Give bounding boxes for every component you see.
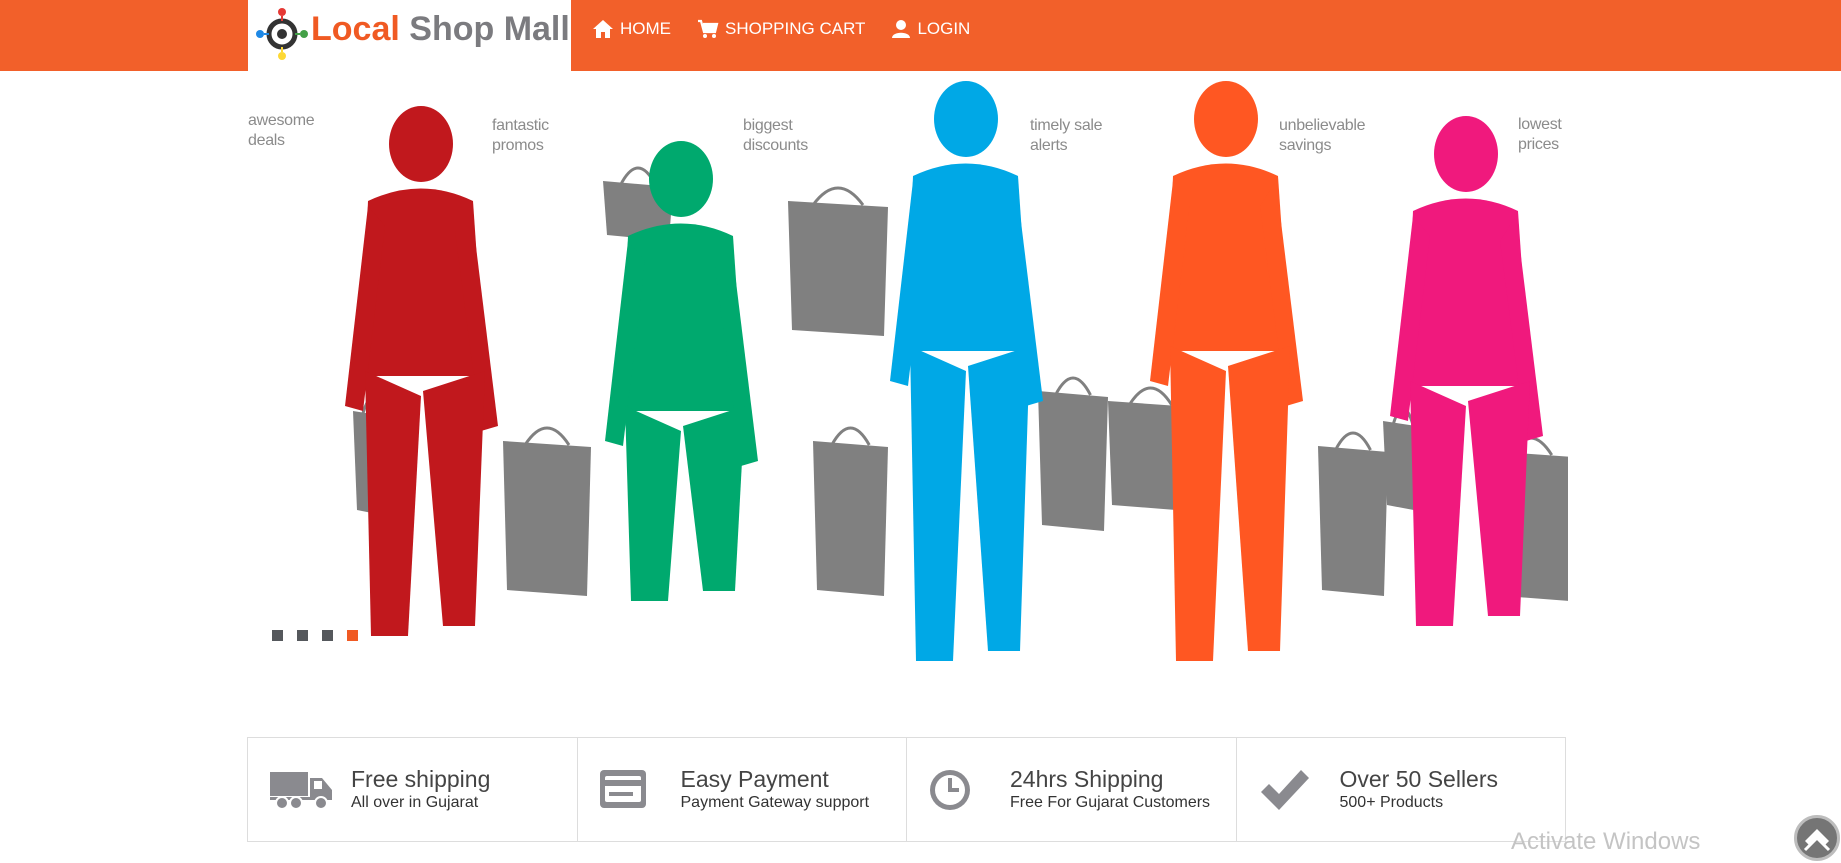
logo-link[interactable]: Local Shop Mall xyxy=(248,0,571,71)
cart-icon xyxy=(698,19,719,38)
shopping-bag xyxy=(1038,376,1108,531)
chevron-up-icon xyxy=(1803,829,1831,852)
slider-dots xyxy=(272,630,372,641)
activate-windows-watermark: Activate Windows xyxy=(1511,828,1701,855)
hero-slider: awesome deals fantastic promos biggest disc… xyxy=(248,71,1568,691)
bag-body xyxy=(1318,446,1388,596)
shopper-head xyxy=(389,106,453,182)
user-icon xyxy=(892,19,911,38)
bag-body xyxy=(788,201,888,336)
shopper-head xyxy=(1194,81,1258,157)
bag-body xyxy=(813,441,888,596)
feature-title: 24hrs Shipping xyxy=(1010,766,1164,792)
shopper-blue xyxy=(890,81,1043,661)
shopper-leg xyxy=(1468,381,1530,616)
bag-handle xyxy=(1334,431,1372,451)
shopper-head xyxy=(934,81,998,157)
shopper-leg xyxy=(910,346,966,661)
feature-subtitle: 500+ Products xyxy=(1339,794,1444,811)
feature-subtitle: Payment Gateway support xyxy=(680,794,870,811)
nav-shopping-cart-label: SHOPPING CART xyxy=(725,18,866,38)
shopper-leg xyxy=(1410,381,1466,626)
shopper-leg xyxy=(1228,346,1290,651)
bag-body xyxy=(503,441,591,596)
shopping-bag xyxy=(503,426,591,596)
tagline-timely-sale-alerts: timely sale alerts xyxy=(1030,117,1103,154)
features-strip: Free shipping All over in Gujarat Easy P… xyxy=(247,737,1566,842)
shopping-bag xyxy=(1318,431,1388,596)
tagline-unbelievable-savings: unbelievable savings xyxy=(1279,117,1366,154)
feature-title: Easy Payment xyxy=(680,766,829,792)
shopper-leg xyxy=(625,406,681,601)
bag-handle xyxy=(1054,376,1092,396)
tagline-biggest-discounts: biggest discounts xyxy=(743,117,808,154)
shopping-bag xyxy=(813,426,888,596)
shoppers-illustration xyxy=(345,81,1568,661)
brand-word-local: Local xyxy=(311,10,400,48)
shopping-bag xyxy=(788,186,888,336)
feature-title: Free shipping xyxy=(351,766,491,792)
shopper-red xyxy=(345,106,498,636)
bag-body xyxy=(1038,391,1108,531)
nav-login-label: LOGIN xyxy=(917,18,971,38)
shopper-leg xyxy=(683,406,745,591)
shopper-orange xyxy=(1150,81,1303,661)
bag-handle xyxy=(1127,386,1174,406)
top-bar: Local Shop Mall HOME SHOPPING CART LOGIN xyxy=(0,0,1841,71)
shopper-leg xyxy=(365,371,421,636)
feature-over-50-sellers: Over 50 Sellers 500+ Products xyxy=(1237,738,1566,841)
shopper-pink xyxy=(1390,116,1543,626)
slider-dot-2[interactable] xyxy=(297,630,308,641)
credit-card-icon xyxy=(599,770,646,808)
brand-word-shop-mall: Shop Mall xyxy=(409,10,570,48)
shopper-leg xyxy=(968,346,1030,651)
feature-free-shipping: Free shipping All over in Gujarat xyxy=(248,738,578,841)
bag-handle xyxy=(830,426,871,446)
tagline-fantastic-promos: fantastic promos xyxy=(492,117,549,154)
shopper-leg xyxy=(1170,346,1226,661)
slider-dot-1[interactable] xyxy=(272,630,283,641)
bag-handle xyxy=(523,426,571,446)
home-icon xyxy=(593,19,613,38)
bag-handle xyxy=(811,186,865,206)
shopper-head xyxy=(649,141,713,217)
brand-name: Local Shop Mall xyxy=(311,10,570,49)
shopper-leg xyxy=(423,371,485,626)
feature-subtitle: All over in Gujarat xyxy=(351,794,479,811)
page: Local Shop Mall HOME SHOPPING CART LOGIN… xyxy=(0,0,1841,863)
slider-dot-3[interactable] xyxy=(322,630,333,641)
tagline-awesome-deals: awesome deals xyxy=(248,112,315,149)
nav-shopping-cart[interactable]: SHOPPING CART xyxy=(697,19,865,39)
nav-login[interactable]: LOGIN xyxy=(891,19,970,39)
feature-24hrs-shipping: 24hrs Shipping Free For Gujarat Customer… xyxy=(907,738,1237,841)
scroll-to-top-button[interactable] xyxy=(1794,815,1840,861)
checkmark-icon xyxy=(1260,770,1309,810)
clock-icon xyxy=(930,770,970,810)
nav-home[interactable]: HOME xyxy=(592,19,671,39)
logo-icon xyxy=(256,8,308,60)
tagline-lowest-prices: lowest prices xyxy=(1518,116,1562,153)
shopper-head xyxy=(1434,116,1498,192)
truck-icon xyxy=(270,772,332,810)
feature-subtitle: Free For Gujarat Customers xyxy=(1010,794,1211,811)
nav-home-label: HOME xyxy=(620,18,671,38)
feature-easy-payment: Easy Payment Payment Gateway support xyxy=(578,738,907,841)
slider-dot-4[interactable] xyxy=(347,630,358,641)
feature-title: Over 50 Sellers xyxy=(1339,766,1499,792)
main-nav: HOME SHOPPING CART LOGIN xyxy=(592,0,996,57)
